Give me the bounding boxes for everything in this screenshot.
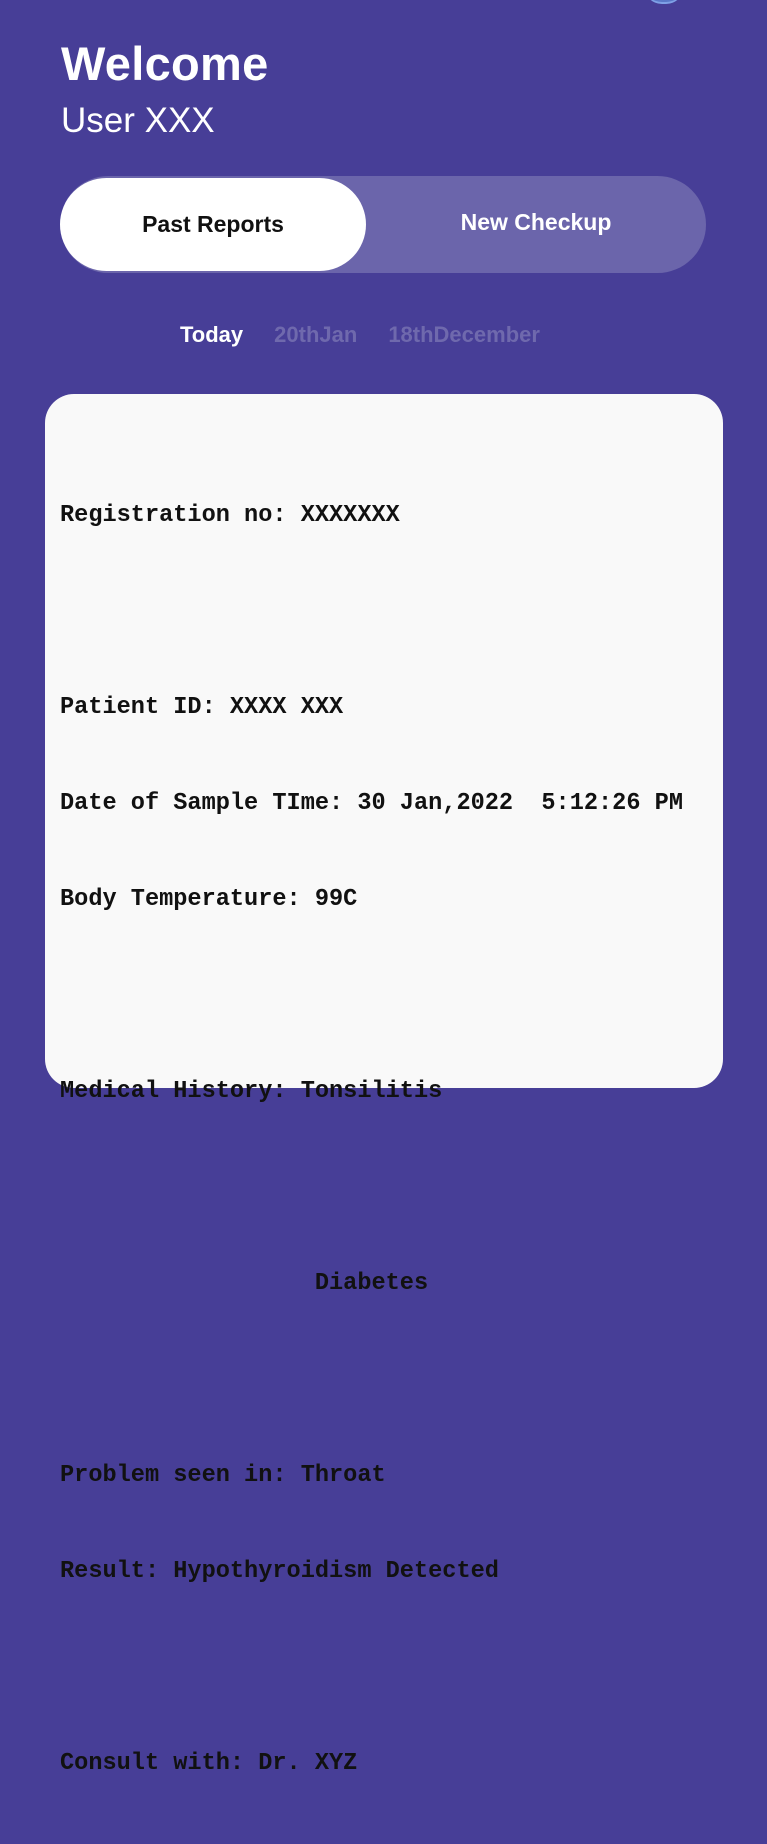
report-mode-toggle: Past Reports New Checkup xyxy=(60,176,706,273)
registration-number: Registration no: XXXXXXX xyxy=(60,502,400,529)
result: Result: Hypothyroidism Detected xyxy=(60,1558,499,1585)
date-tab-18th-december[interactable]: 18thDecember xyxy=(388,320,540,350)
avatar[interactable] xyxy=(644,0,684,4)
date-tabs: Today 20thJan 18thDecember xyxy=(180,320,540,350)
medical-history-extra: Diabetes xyxy=(60,1270,429,1297)
page-title: Welcome xyxy=(61,37,269,90)
report-text: Registration no: XXXXXXX Patient ID: XXX… xyxy=(60,436,683,1844)
report-card: Registration no: XXXXXXX Patient ID: XXX… xyxy=(45,394,723,1777)
new-checkup-button[interactable]: New Checkup xyxy=(366,176,706,269)
consult-with: Consult with: Dr. XYZ xyxy=(60,1750,358,1777)
date-tab-20th-jan[interactable]: 20thJan xyxy=(274,320,357,350)
problem-seen-in: Problem seen in: Throat xyxy=(60,1462,386,1489)
date-tab-today[interactable]: Today xyxy=(180,320,243,350)
past-reports-button[interactable]: Past Reports xyxy=(60,178,366,271)
medical-history: Medical History: Tonsilitis xyxy=(60,1078,443,1105)
patient-id: Patient ID: XXXX XXX xyxy=(60,694,344,721)
body-temperature: Body Temperature: 99C xyxy=(60,886,358,913)
sample-date-time: Date of Sample TIme: 30 Jan,2022 5:12:26… xyxy=(60,790,683,817)
user-name: User XXX xyxy=(61,101,215,140)
